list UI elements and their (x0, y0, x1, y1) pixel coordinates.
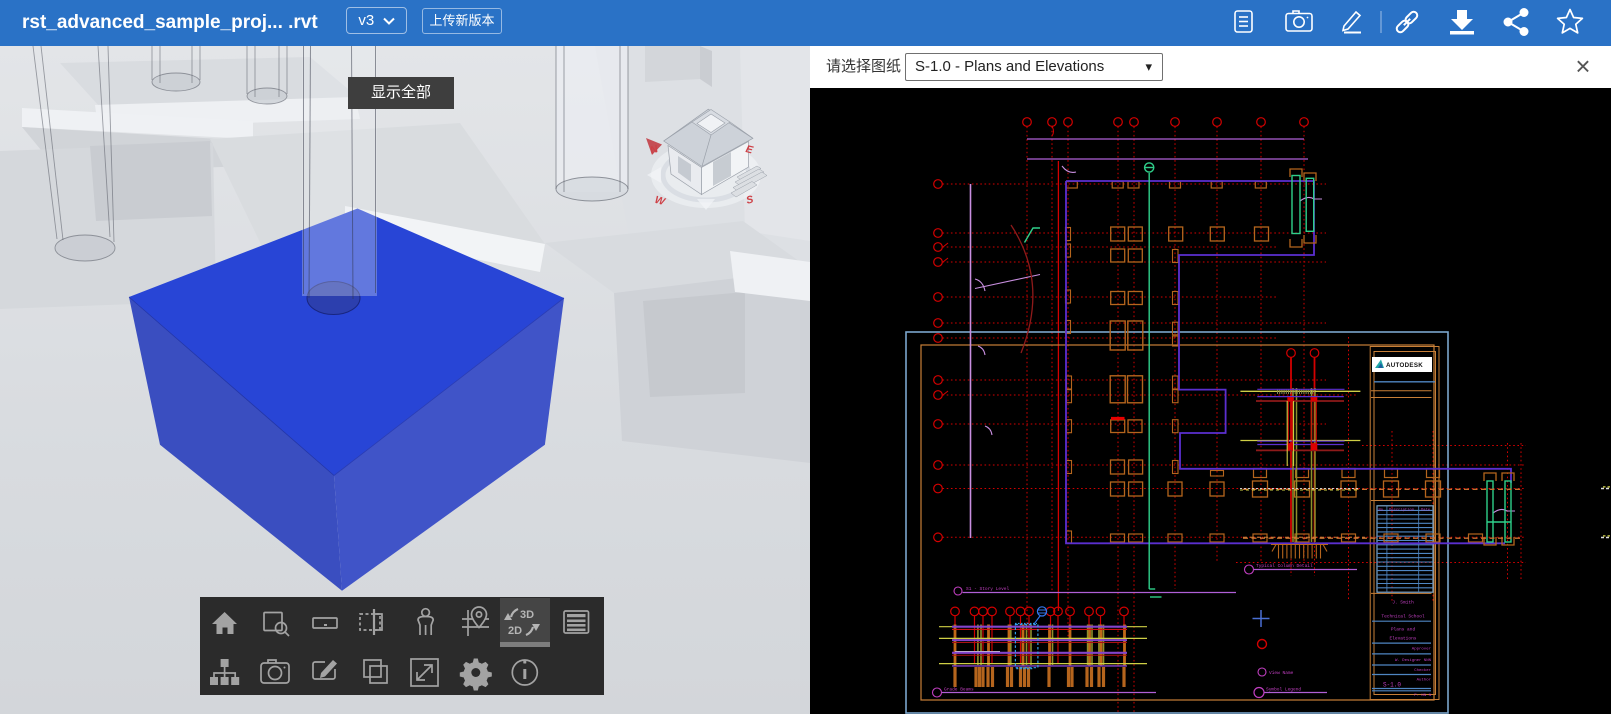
svg-text:Author: Author (1417, 677, 1432, 682)
svg-text:S1 - Story Level: S1 - Story Level (966, 586, 1010, 592)
svg-text:No.: No. (1379, 508, 1386, 512)
svg-text:Description: Description (1389, 507, 1414, 512)
svg-text:AUTODESK: AUTODESK (1386, 362, 1423, 369)
svg-text:Approver: Approver (1412, 646, 1432, 651)
svg-text:Technical School: Technical School (1381, 613, 1425, 619)
svg-text:J. Smith: J. Smith (1392, 599, 1414, 605)
svg-text:Grade Beams: Grade Beams (944, 686, 974, 692)
svg-text:Plans and: Plans and (1391, 626, 1416, 632)
svg-text:S-1.0: S-1.0 (1383, 681, 1401, 688)
svg-text:Checker: Checker (1414, 668, 1431, 673)
svg-text:2D: 2D (508, 625, 522, 637)
svg-text:W. Designer NNN: W. Designer NNN (1395, 658, 1432, 663)
svg-text:3D: 3D (520, 609, 534, 621)
svg-text:Date: Date (1421, 508, 1431, 512)
svg-text:Symbol Legend: Symbol Legend (1266, 686, 1301, 692)
svg-text:Elevations: Elevations (1389, 635, 1416, 641)
svg-text:View Name: View Name (1269, 670, 1294, 676)
svg-text:Typical Column Detail: Typical Column Detail (1256, 563, 1313, 569)
svg-text:P. NN N: P. NN N (1414, 694, 1431, 698)
